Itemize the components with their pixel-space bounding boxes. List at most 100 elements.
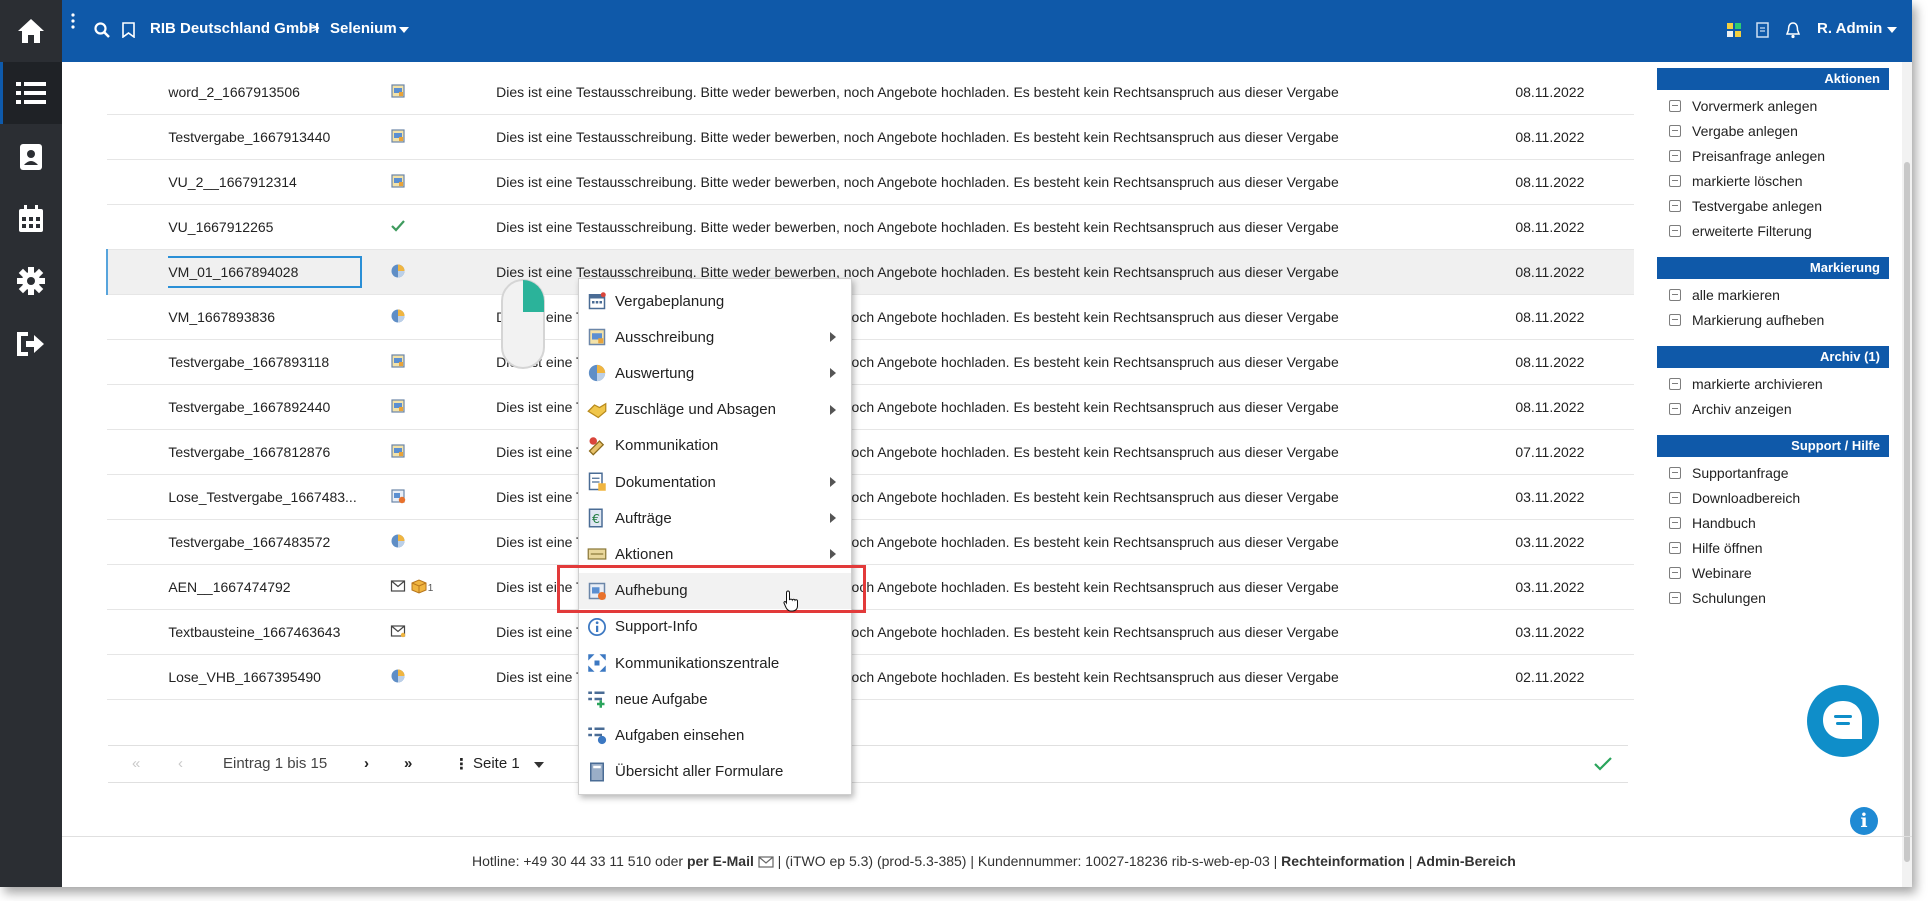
- sidebar-action-item[interactable]: Supportanfrage: [1657, 460, 1889, 485]
- chat-button[interactable]: [1807, 685, 1879, 757]
- sidebar-action-label[interactable]: Vergabe anlegen: [1692, 123, 1798, 139]
- row-name[interactable]: Testvergabe_1667483572: [168, 534, 330, 550]
- context-menu-item[interactable]: Übersicht aller Formulare: [579, 754, 851, 790]
- sidebar-action-item[interactable]: alle markieren: [1657, 282, 1889, 307]
- first-page-icon[interactable]: «: [132, 755, 140, 772]
- tender-icon[interactable]: [390, 398, 406, 417]
- table-row[interactable]: Testvergabe_1667913440 Dies ist eine Test…: [107, 114, 1634, 160]
- context-menu-item[interactable]: Ausschreibung: [579, 319, 851, 355]
- scrollbar-thumb[interactable]: [1904, 162, 1910, 862]
- row-name[interactable]: Testvergabe_1667892440: [168, 399, 330, 415]
- sidebar-action-label[interactable]: alle markieren: [1692, 287, 1780, 303]
- check-icon[interactable]: [390, 218, 406, 237]
- tender-icon[interactable]: [390, 443, 406, 462]
- sidebar-action-label[interactable]: markierte archivieren: [1692, 376, 1823, 392]
- row-name[interactable]: word_2_1667913506: [168, 84, 300, 100]
- info-icon[interactable]: i: [1850, 807, 1878, 835]
- row-name[interactable]: Testvergabe_1667893118: [168, 354, 329, 370]
- sidebar-action-label[interactable]: Webinare: [1692, 565, 1752, 581]
- sidebar-action-item[interactable]: Preisanfrage anlegen: [1657, 143, 1889, 168]
- sidebar-action-label[interactable]: Markierung aufheben: [1692, 312, 1824, 328]
- context-menu-item[interactable]: neue Aufgabe: [579, 681, 851, 717]
- clipboard-icon[interactable]: [1755, 21, 1771, 39]
- row-name[interactable]: AEN__1667474792: [168, 579, 290, 595]
- table-row[interactable]: Testvergabe_1667893118 Dies ist eine Test…: [107, 339, 1634, 385]
- sidebar-action-label[interactable]: Downloadbereich: [1692, 490, 1800, 506]
- more-vertical-icon[interactable]: [70, 12, 76, 30]
- footer-admin-link[interactable]: Admin-Bereich: [1416, 853, 1516, 869]
- scrollbar[interactable]: [1902, 62, 1912, 887]
- pie-icon[interactable]: [390, 308, 406, 327]
- footer-legal-link[interactable]: Rechteinformation: [1281, 853, 1405, 869]
- context-menu-item[interactable]: € Aufträge: [579, 500, 851, 536]
- context-menu-item[interactable]: Vergabeplanung: [579, 283, 851, 319]
- context-menu-item[interactable]: Kommunikation: [579, 428, 851, 464]
- table-row[interactable]: AEN__1667474792 1 Dies ist eine Testaussc…: [107, 564, 1634, 610]
- user-menu[interactable]: R. Admin: [1817, 20, 1882, 37]
- logout-icon[interactable]: [0, 313, 62, 375]
- sidebar-action-label[interactable]: Archiv anzeigen: [1692, 401, 1792, 417]
- page-chevron-icon[interactable]: [534, 762, 544, 768]
- sidebar-action-item[interactable]: Markierung aufheben: [1657, 307, 1889, 332]
- sidebar-action-item[interactable]: Hilfe öffnen: [1657, 535, 1889, 560]
- cancel-tender-icon[interactable]: [390, 488, 406, 507]
- footer-email-link[interactable]: per E-Mail: [687, 853, 754, 869]
- context-menu-item[interactable]: Aufgaben einsehen: [579, 717, 851, 753]
- context-menu-item[interactable]: Kommunikationszentrale: [579, 645, 851, 681]
- prev-page-icon[interactable]: ‹: [178, 755, 183, 772]
- table-row[interactable]: VM_01_1667894028 Dies ist eine Testaussch…: [105, 249, 1634, 295]
- pie-icon[interactable]: [390, 668, 406, 687]
- grid-apps-icon[interactable]: [1726, 22, 1742, 38]
- sidebar-action-item[interactable]: erweiterte Filterung: [1657, 218, 1889, 243]
- context-menu-item[interactable]: Dokumentation: [579, 464, 851, 500]
- home-icon[interactable]: [0, 0, 62, 62]
- sidebar-action-label[interactable]: Schulungen: [1692, 590, 1766, 606]
- pie-icon[interactable]: [390, 533, 406, 552]
- apply-check-icon[interactable]: [1594, 757, 1612, 771]
- row-name[interactable]: Textbausteine_1667463643: [168, 624, 340, 640]
- mail-icon[interactable]: [390, 623, 406, 642]
- sidebar-action-item[interactable]: Downloadbereich: [1657, 485, 1889, 510]
- sidebar-action-label[interactable]: markierte löschen: [1692, 173, 1803, 189]
- sidebar-action-label[interactable]: Hilfe öffnen: [1692, 540, 1763, 556]
- last-page-icon[interactable]: »: [404, 755, 412, 772]
- next-page-icon[interactable]: ›: [364, 755, 369, 772]
- sidebar-action-item[interactable]: Archiv anzeigen: [1657, 396, 1889, 421]
- context-menu-item[interactable]: Auswertung: [579, 355, 851, 391]
- pie-icon[interactable]: [390, 263, 406, 282]
- chevron-down-icon[interactable]: [399, 27, 409, 33]
- row-name[interactable]: VU_1667912265: [168, 219, 273, 235]
- bookmark-icon[interactable]: [122, 22, 135, 38]
- table-row[interactable]: VU_2__1667912314 Dies ist eine Testaussch…: [107, 159, 1634, 205]
- row-name[interactable]: VM_01_1667894028: [168, 256, 363, 288]
- bell-icon[interactable]: [1785, 21, 1801, 39]
- mail-package-icon[interactable]: [390, 578, 406, 597]
- sidebar-action-label[interactable]: Preisanfrage anlegen: [1692, 148, 1825, 164]
- table-row[interactable]: Testvergabe_1667483572 Dies ist eine Test…: [107, 519, 1634, 565]
- table-row[interactable]: word_2_1667913506 Dies ist eine Testaussc…: [107, 70, 1634, 115]
- row-name[interactable]: Testvergabe_1667812876: [168, 444, 330, 460]
- contacts-icon[interactable]: [0, 126, 62, 188]
- sidebar-action-item[interactable]: Testvergabe anlegen: [1657, 193, 1889, 218]
- row-name[interactable]: Lose_VHB_1667395490: [168, 669, 321, 685]
- sidebar-action-item[interactable]: Schulungen: [1657, 585, 1889, 610]
- sidebar-action-label[interactable]: Supportanfrage: [1692, 465, 1789, 481]
- sidebar-action-item[interactable]: Webinare: [1657, 560, 1889, 585]
- row-name[interactable]: Testvergabe_1667913440: [168, 129, 330, 145]
- table-row[interactable]: Lose_Testvergabe_1667483... Dies ist eine…: [107, 474, 1634, 520]
- pager-more-icon[interactable]: ⋮: [454, 755, 469, 773]
- context-menu-item[interactable]: Zuschläge und Absagen: [579, 392, 851, 428]
- sidebar-action-label[interactable]: Testvergabe anlegen: [1692, 198, 1822, 214]
- table-row[interactable]: Testvergabe_1667892440 Dies ist eine Test…: [107, 384, 1634, 430]
- envelope-icon[interactable]: [758, 856, 774, 868]
- table-row[interactable]: VM_1667893836 Dies ist eine Testausschrei…: [107, 294, 1634, 340]
- calendar-icon[interactable]: [0, 188, 62, 250]
- table-row[interactable]: Lose_VHB_1667395490 Dies ist eine Testaus…: [107, 654, 1634, 700]
- context-menu-item[interactable]: Support-Info: [579, 609, 851, 645]
- row-name[interactable]: VU_2__1667912314: [168, 174, 296, 190]
- tender-icon[interactable]: [390, 83, 406, 102]
- table-row[interactable]: Testvergabe_1667812876 Dies ist eine Test…: [107, 429, 1634, 475]
- row-name[interactable]: VM_1667893836: [168, 309, 275, 325]
- user-chevron-icon[interactable]: [1887, 27, 1897, 33]
- sidebar-action-label[interactable]: Handbuch: [1692, 515, 1756, 531]
